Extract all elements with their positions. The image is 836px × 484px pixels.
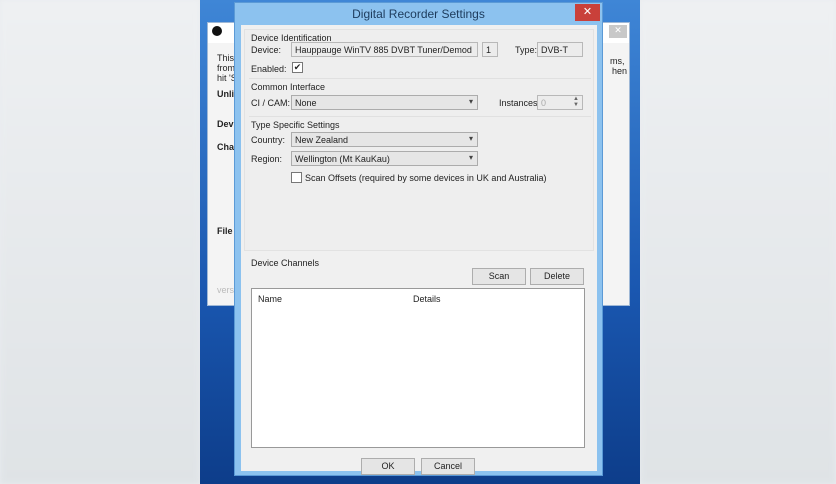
type-field[interactable]: DVB-T	[537, 42, 583, 57]
cancel-button[interactable]: Cancel	[421, 458, 475, 475]
delete-button[interactable]: Delete	[530, 268, 584, 285]
bg-text: ms,	[610, 56, 625, 66]
instances-spinner[interactable]: 0 ▲ ▼	[537, 95, 583, 110]
region-value: Wellington (Mt KauKau)	[295, 154, 390, 164]
bg-text: from	[217, 63, 235, 73]
blurred-background-right	[640, 0, 836, 484]
region-label: Region:	[251, 154, 283, 164]
bg-text: Unli	[217, 89, 234, 99]
device-channels-heading: Device Channels	[251, 258, 320, 268]
bg-text: This	[217, 53, 235, 63]
country-label: Country:	[251, 135, 286, 145]
dialog-title: Digital Recorder Settings	[352, 7, 485, 21]
ok-button[interactable]: OK	[361, 458, 415, 475]
bg-text: Cha	[217, 142, 235, 152]
device-label: Device:	[251, 45, 282, 55]
digital-recorder-settings-dialog: Digital Recorder Settings ✕ Device Ident…	[234, 2, 603, 476]
enabled-label: Enabled:	[251, 64, 287, 74]
instances-value: 0	[541, 98, 547, 108]
spinner-arrows-icon[interactable]: ▲ ▼	[573, 96, 579, 108]
scan-offsets-label: Scan Offsets (required by some devices i…	[305, 173, 547, 183]
close-button[interactable]: ✕	[575, 4, 600, 21]
country-value: New Zealand	[295, 135, 349, 145]
type-label: Type:	[515, 45, 538, 55]
cicam-dropdown[interactable]: None ▾	[291, 95, 478, 110]
instances-label: Instances:	[499, 98, 541, 108]
scan-button[interactable]: Scan	[472, 268, 526, 285]
device-index-field[interactable]: 1	[482, 42, 498, 57]
column-header-details[interactable]: Details	[413, 294, 441, 304]
column-header-name[interactable]: Name	[258, 294, 282, 304]
channels-list[interactable]: Name Details	[251, 288, 585, 448]
country-dropdown[interactable]: New Zealand ▾	[291, 132, 478, 147]
bg-text: File	[217, 226, 233, 236]
enabled-checkbox[interactable]: ✔	[292, 62, 303, 73]
background-close-icon: ✕	[609, 25, 627, 38]
divider	[249, 116, 591, 117]
blurred-background-left	[0, 0, 200, 484]
common-interface-heading: Common Interface	[251, 82, 326, 92]
type-specific-heading: Type Specific Settings	[251, 120, 340, 130]
cicam-value: None	[295, 98, 317, 108]
cicam-label: CI / CAM:	[251, 98, 291, 108]
chevron-down-icon: ▾	[468, 153, 473, 162]
dialog-client: Device Identification Device: Hauppauge …	[241, 25, 597, 475]
scan-offsets-checkbox[interactable]	[291, 172, 302, 183]
chevron-down-icon: ▾	[468, 134, 473, 143]
chevron-down-icon: ▾	[468, 97, 473, 106]
divider	[249, 78, 591, 79]
region-dropdown[interactable]: Wellington (Mt KauKau) ▾	[291, 151, 478, 166]
device-field[interactable]: Hauppauge WinTV 885 DVBT Tuner/Demod	[291, 42, 478, 57]
app-logo-icon	[212, 26, 222, 36]
bg-text: hen	[612, 66, 628, 76]
